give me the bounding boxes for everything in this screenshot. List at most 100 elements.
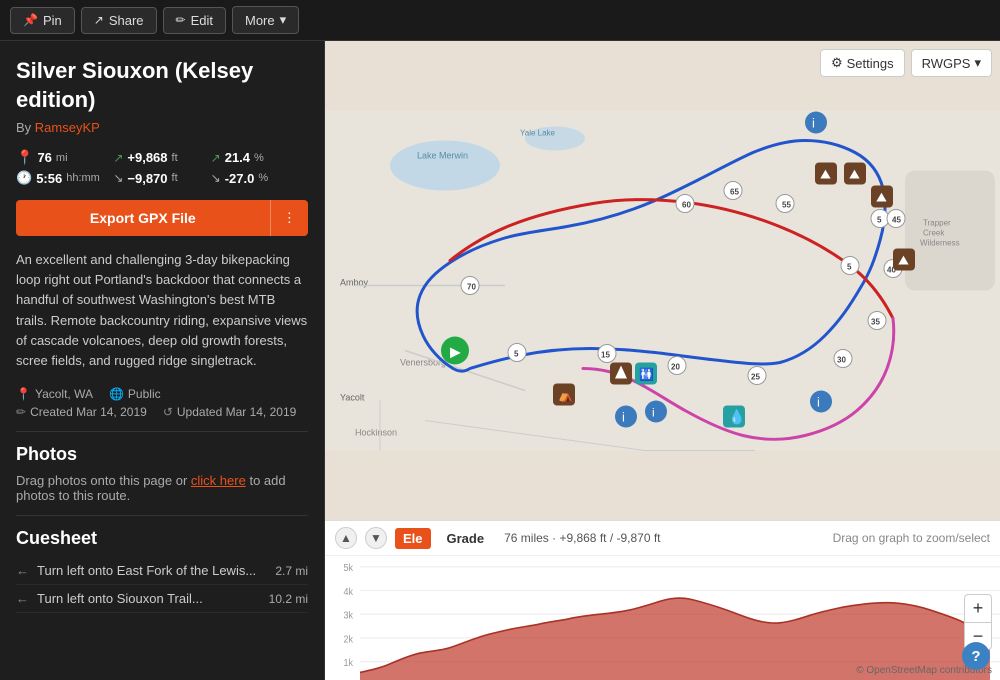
svg-text:55: 55 (782, 201, 791, 210)
gear-icon: ⚙ (831, 55, 843, 71)
cue-dist-2: 10.2 mi (269, 592, 308, 606)
svg-text:2k: 2k (344, 634, 354, 644)
stat-distance: 📍 76 mi (16, 149, 113, 166)
export-options-button[interactable]: ⋮ (270, 200, 308, 236)
pin-icon: 📌 (23, 13, 38, 27)
visibility-meta: 🌐 Public (109, 387, 161, 401)
dropdown-arrow-icon: ▾ (974, 55, 981, 71)
svg-text:⛰: ⛰ (820, 167, 831, 182)
cue-arrow-2: ← (16, 591, 29, 606)
share-button[interactable]: ↗ Share (81, 7, 157, 34)
svg-text:⛰: ⛰ (898, 253, 909, 268)
svg-text:Wilderness: Wilderness (920, 239, 960, 248)
route-author: By RamseyKP (16, 120, 308, 135)
svg-text:⛰: ⛰ (876, 190, 887, 205)
route-description: An excellent and challenging 3-day bikep… (16, 250, 308, 371)
cue-item-2: ← Turn left onto Siouxon Trail... 10.2 m… (16, 585, 308, 613)
top-bar: 📌 Pin ↗ Share ✏ Edit More ▾ (0, 0, 1000, 41)
elevation-hint: Drag on graph to zoom/select (833, 531, 990, 545)
stats-grid: 📍 76 mi ↗ +9,868 ft ↗ 21.4 % 🕐 5:56 hh:m… (16, 149, 308, 186)
elevation-header: ▲ ▼ Ele Grade 76 miles · +9,868 ft / -9,… (325, 521, 1000, 556)
cue-arrow-1: ← (16, 563, 29, 578)
svg-text:30: 30 (837, 356, 846, 365)
location-pin-icon: 📍 (16, 149, 33, 166)
svg-text:i: i (652, 406, 655, 420)
dates-row: ✏ Created Mar 14, 2019 ↺ Updated Mar 14,… (16, 405, 308, 419)
help-button[interactable]: ? (962, 642, 990, 670)
svg-text:Creek: Creek (923, 229, 945, 238)
location-meta: 📍 Yacolt, WA (16, 387, 93, 401)
zoom-in-button[interactable]: + (964, 594, 992, 622)
chevron-down-icon: ▾ (280, 12, 287, 28)
svg-text:i: i (622, 410, 625, 425)
svg-text:i: i (812, 116, 815, 131)
updated-meta: ↺ Updated Mar 14, 2019 (163, 405, 296, 419)
chevron-down-icon: ▼ (370, 531, 382, 545)
stat-elevation-gain: ↗ +9,868 ft (113, 149, 210, 166)
elevation-svg: 5k 4k 3k 2k 1k (325, 556, 1000, 680)
author-link[interactable]: RamseyKP (35, 120, 100, 135)
rwgps-button[interactable]: RWGPS ▾ (911, 49, 992, 77)
sidebar: Silver Siouxon (Kelsey edition) By Ramse… (0, 41, 325, 680)
upload-link[interactable]: click here (191, 473, 246, 488)
svg-text:4k: 4k (344, 587, 354, 597)
more-button[interactable]: More ▾ (232, 6, 299, 34)
export-gpx-button[interactable]: Export GPX File (16, 200, 270, 236)
svg-text:Yacolt: Yacolt (340, 393, 365, 403)
cuesheet-section-title: Cuesheet (16, 528, 308, 549)
elevation-prev-button[interactable]: ▲ (335, 527, 357, 549)
chevron-up-icon: ▲ (340, 531, 352, 545)
svg-text:5: 5 (847, 263, 852, 272)
export-row: Export GPX File ⋮ (16, 200, 308, 236)
route-map-svg: Lake Merwin Yale Lake Trapper Creek Wild… (325, 41, 1000, 520)
svg-text:1k: 1k (344, 658, 354, 668)
svg-text:5k: 5k (344, 563, 354, 573)
svg-text:5: 5 (514, 350, 519, 359)
elevation-chart[interactable]: 5k 4k 3k 2k 1k (325, 556, 1000, 680)
map-pin-icon: 📍 (16, 387, 31, 401)
svg-text:35: 35 (871, 318, 880, 327)
photos-help: Drag photos onto this page or click here… (16, 473, 308, 503)
settings-button[interactable]: ⚙ Settings (820, 49, 905, 77)
pin-button[interactable]: 📌 Pin (10, 7, 75, 34)
map-canvas[interactable]: Lake Merwin Yale Lake Trapper Creek Wild… (325, 41, 1000, 520)
map-area: ⚙ Settings RWGPS ▾ Lake Merwin Yale Lake… (325, 41, 1000, 680)
svg-text:65: 65 (730, 188, 739, 197)
refresh-icon: ↺ (163, 405, 173, 419)
svg-text:5: 5 (877, 216, 882, 225)
elevation-tab[interactable]: Ele (395, 528, 431, 549)
stat-elevation-loss: ↘ −9,870 ft (113, 170, 210, 186)
svg-text:3k: 3k (344, 610, 354, 620)
pencil-icon: ✏ (176, 13, 186, 27)
svg-text:⛺: ⛺ (558, 389, 573, 403)
globe-icon: 🌐 (109, 387, 124, 401)
share-icon: ↗ (94, 13, 104, 27)
svg-text:⛰: ⛰ (849, 167, 860, 182)
svg-text:70: 70 (467, 283, 476, 292)
cue-text-1: Turn left onto East Fork of the Lewis... (37, 563, 267, 578)
svg-text:60: 60 (682, 201, 691, 210)
cue-text-2: Turn left onto Siouxon Trail... (37, 591, 261, 606)
photos-section-title: Photos (16, 444, 308, 465)
stat-time: 🕐 5:56 hh:mm (16, 170, 113, 186)
grade-tab[interactable]: Grade (439, 528, 493, 549)
main-layout: Silver Siouxon (Kelsey edition) By Ramse… (0, 41, 1000, 680)
clock-icon: 🕐 (16, 170, 32, 186)
stat-loss-pct: ↘ -27.0 % (211, 170, 308, 186)
created-meta: ✏ Created Mar 14, 2019 (16, 405, 147, 419)
svg-text:🚻: 🚻 (639, 368, 654, 382)
svg-text:▶: ▶ (450, 344, 461, 360)
elevation-next-button[interactable]: ▼ (365, 527, 387, 549)
svg-text:Hockinson: Hockinson (355, 428, 397, 438)
svg-text:Yale Lake: Yale Lake (520, 129, 556, 138)
map-controls: ⚙ Settings RWGPS ▾ (820, 49, 992, 77)
route-title: Silver Siouxon (Kelsey edition) (16, 57, 308, 114)
elevation-stats: 76 miles · +9,868 ft / -9,870 ft (504, 531, 660, 545)
svg-text:i: i (817, 395, 820, 410)
svg-text:25: 25 (751, 373, 760, 382)
svg-text:Trapper: Trapper (923, 219, 951, 228)
edit-button[interactable]: ✏ Edit (163, 7, 226, 34)
svg-text:15: 15 (601, 351, 610, 360)
elevation-area: ▲ ▼ Ele Grade 76 miles · +9,868 ft / -9,… (325, 520, 1000, 680)
pencil-small-icon: ✏ (16, 405, 26, 419)
